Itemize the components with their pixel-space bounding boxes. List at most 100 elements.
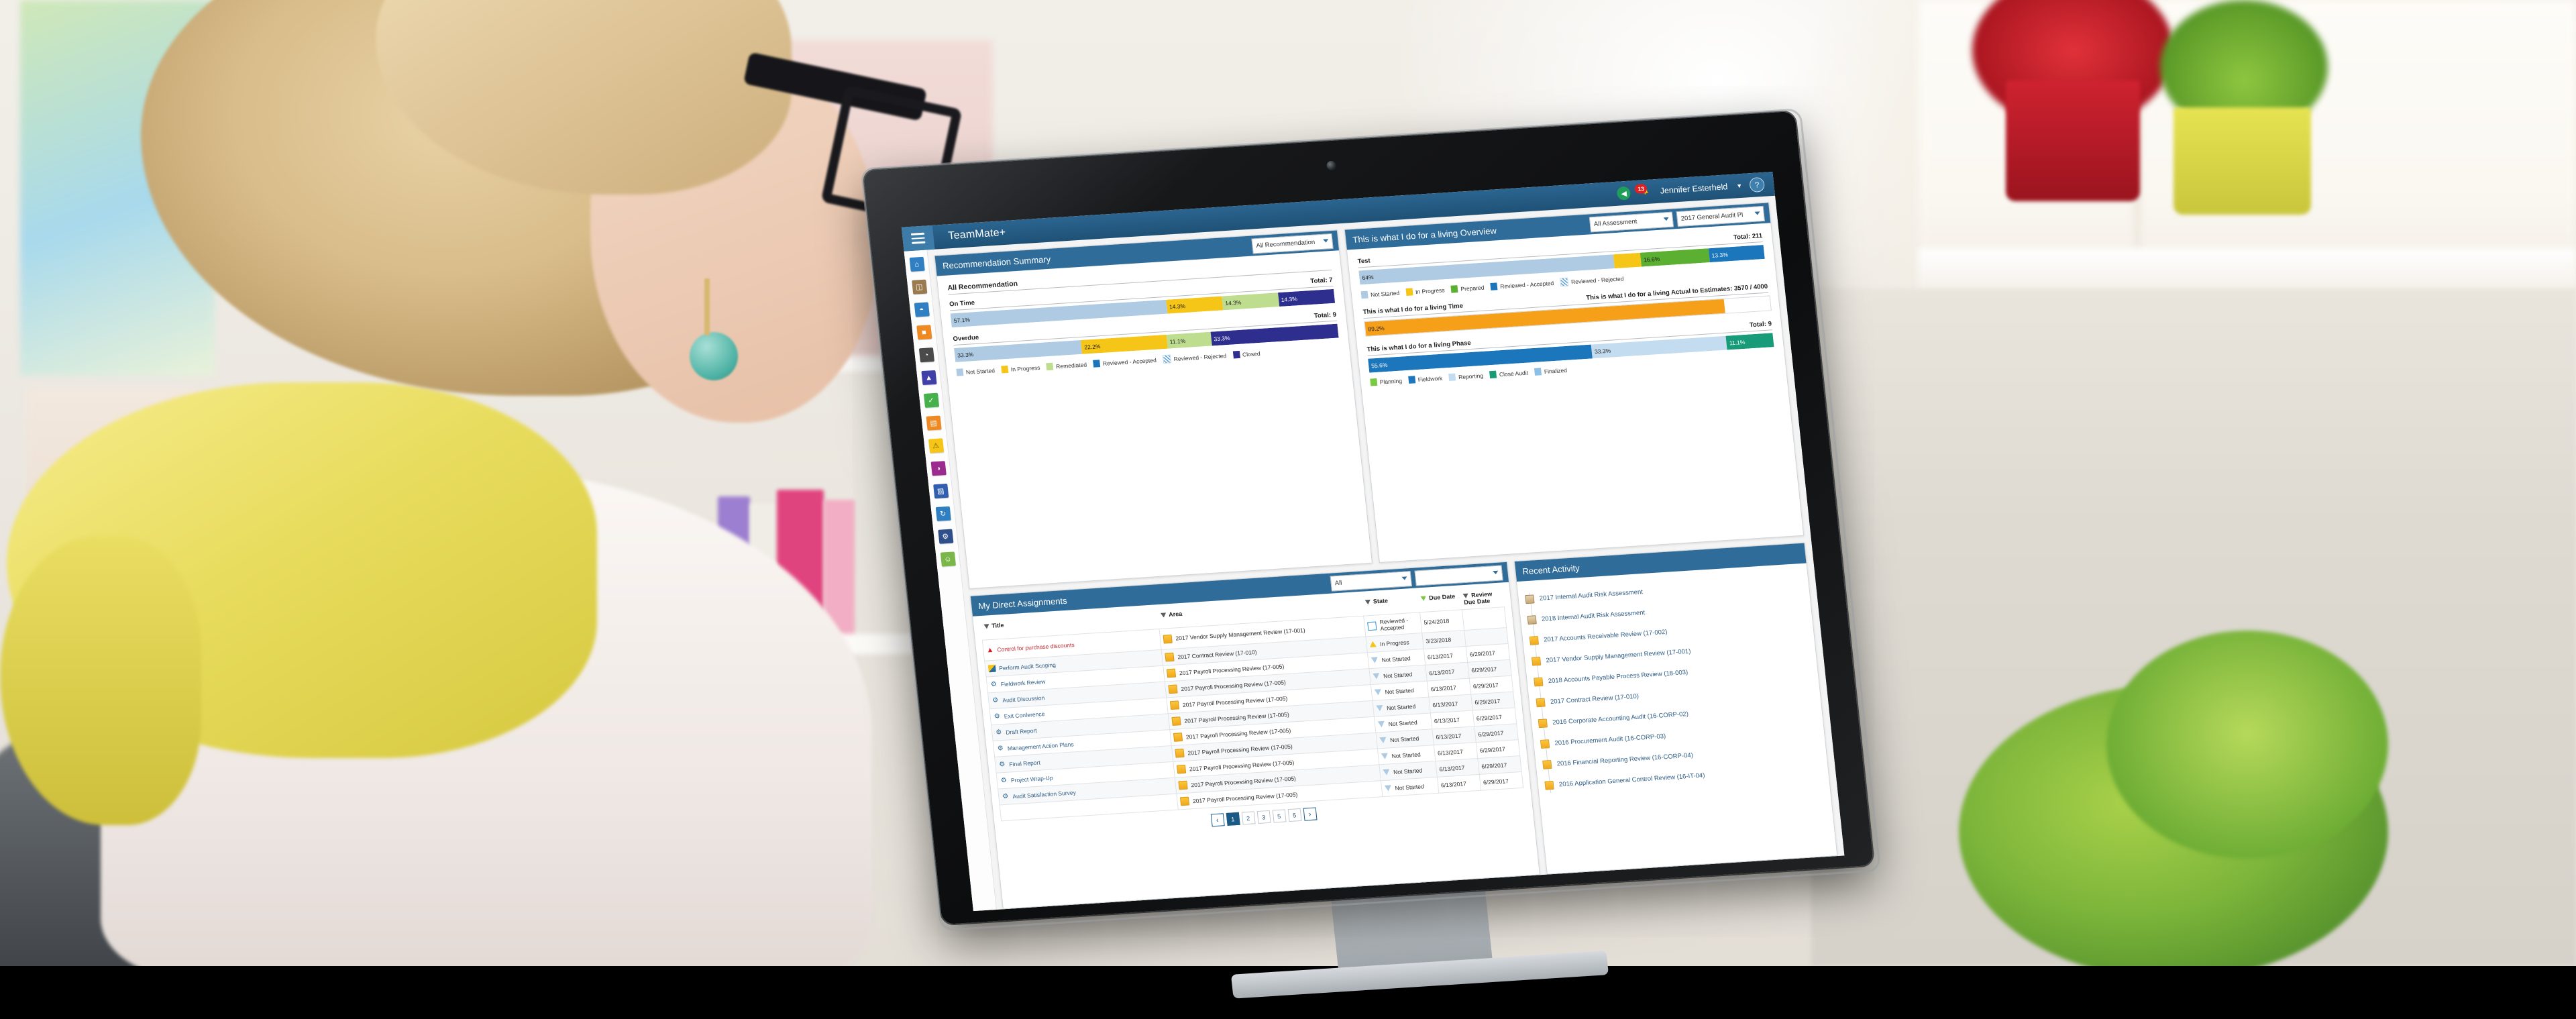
gear-icon: ⚙	[1002, 792, 1009, 801]
legend-swatch	[1450, 285, 1458, 293]
sidebar-item-projects[interactable]: ■	[916, 325, 932, 340]
pagination-page-4[interactable]: 5	[1272, 809, 1287, 823]
row-due-date: 3/23/2018	[1425, 635, 1452, 645]
pagination-page-3[interactable]: 3	[1256, 810, 1271, 824]
row-state: Not Started	[1388, 718, 1418, 727]
cell-due-date: 5/24/2018	[1419, 609, 1464, 633]
bar-segment[interactable]: 11.1%	[1725, 333, 1774, 350]
sidebar-item-library[interactable]: ▧	[932, 483, 949, 499]
filter-icon[interactable]	[1462, 593, 1469, 599]
folder-icon	[1167, 668, 1177, 678]
segment-label: 14.3%	[1224, 299, 1242, 307]
yellow-pot	[2174, 107, 2311, 215]
triangle-down-icon	[1378, 720, 1386, 728]
folder-icon	[1173, 733, 1183, 742]
panel-title: Recent Activity	[1521, 562, 1580, 576]
filter-icon[interactable]	[1364, 599, 1371, 605]
back-icon[interactable]: ◀	[1616, 186, 1631, 201]
sidebar-item-settings[interactable]: ⚙	[937, 529, 953, 544]
sidebar-item-people[interactable]: ☺	[940, 551, 956, 567]
sidebar-item-alerts[interactable]: ▲	[920, 370, 937, 386]
column-label: State	[1373, 597, 1389, 605]
filter-icon[interactable]	[1160, 612, 1167, 618]
pagination-page-2[interactable]: 2	[1241, 811, 1256, 825]
activity-label: 2018 Accounts Payable Process Review (18…	[1548, 668, 1688, 686]
pagination-next[interactable]: ›	[1303, 807, 1318, 821]
row-due-date: 6/13/2017	[1432, 700, 1458, 708]
help-icon[interactable]: ?	[1749, 176, 1766, 193]
assessment-filter-value: All Assessment	[1593, 217, 1638, 228]
legend-swatch	[1093, 360, 1101, 368]
notifications-button[interactable]: 13	[1634, 183, 1654, 199]
column-label: Title	[991, 621, 1004, 629]
segment-label: 16.6%	[1643, 255, 1660, 263]
legend-item: In Progress	[1405, 286, 1445, 296]
pagination-prev[interactable]: ‹	[1210, 813, 1225, 827]
activity-label: 2016 Procurement Audit (16-CORP-03)	[1554, 733, 1666, 747]
legend-swatch	[1560, 277, 1569, 287]
legend-label: Closed	[1242, 350, 1260, 358]
bar-segment[interactable]: 14.3%	[1222, 292, 1279, 311]
bar-segment[interactable]: 16.6%	[1640, 248, 1710, 267]
plan-filter-dropdown[interactable]: 2017 General Audit Pl	[1676, 205, 1765, 227]
row-title: Audit Satisfaction Survey	[1012, 788, 1077, 800]
assignments-filter-dropdown[interactable]: All	[1330, 571, 1412, 592]
column-header-review-due-date[interactable]: Review Due Date	[1460, 586, 1504, 609]
legend-item: Not Started	[1360, 289, 1400, 299]
filter-icon[interactable]	[983, 624, 989, 629]
sidebar-item-refresh[interactable]: ↻	[935, 506, 951, 521]
row-area: 2017 Contract Review (17-010)	[1177, 648, 1257, 660]
activity-label: 2017 Accounts Receivable Review (17-002)	[1543, 628, 1668, 644]
sidebar-item-home[interactable]: ⌂	[909, 256, 925, 272]
sort-icon[interactable]	[1420, 596, 1427, 602]
sidebar-item-clipboard[interactable]: ◫	[911, 279, 927, 294]
sidebar-item-analytics[interactable]: ◑	[930, 461, 947, 476]
folder-icon	[1534, 677, 1544, 687]
row-area: 2017 Payroll Processing Review (17-005)	[1185, 727, 1291, 741]
chevron-down-icon[interactable]: ▼	[1736, 182, 1743, 190]
sidebar-item-approvals[interactable]: ✓	[923, 392, 939, 408]
sidebar-item-planning[interactable]: ◓	[914, 302, 930, 317]
triangle-up-icon	[1369, 641, 1377, 648]
pagination-page-1[interactable]: 1	[1226, 812, 1240, 826]
plan-filter-value: 2017 General Audit Pl	[1680, 211, 1743, 223]
bar-segment[interactable]: 22.2%	[1081, 334, 1168, 354]
bar-segment[interactable]: 14.3%	[1165, 296, 1224, 314]
segment-label: 33.3%	[1594, 347, 1611, 355]
cell-review-due-date	[1462, 606, 1507, 631]
legend-label: Reviewed - Rejected	[1570, 274, 1624, 285]
user-name[interactable]: Jennifer Esterheld	[1660, 182, 1728, 195]
bar-segment[interactable]: 14.3%	[1277, 288, 1336, 307]
row-review-due-date: 6/29/2017	[1477, 729, 1504, 738]
row-state: Not Started	[1381, 654, 1411, 663]
column-header-due-date[interactable]: Due Date	[1417, 589, 1462, 612]
recommendation-filter-dropdown[interactable]: All Recommendation	[1251, 233, 1334, 254]
column-label: Area	[1168, 610, 1183, 619]
activity-label: 2018 Internal Audit Risk Assessment	[1541, 608, 1646, 623]
row-area: 2017 Payroll Processing Review (17-005)	[1180, 678, 1287, 692]
sidebar-item-documents[interactable]: ▤	[925, 415, 942, 431]
segment-label: 11.1%	[1169, 337, 1186, 345]
sidebar-item-time[interactable]: ◔	[918, 347, 934, 363]
hamburger-menu-icon[interactable]	[901, 225, 935, 252]
recommendation-summary-controls: All Recommendation	[1251, 233, 1334, 254]
pagination-page-5[interactable]: 5	[1287, 808, 1302, 822]
assessment-filter-dropdown[interactable]: All Assessment	[1589, 211, 1674, 233]
recent-activity-list: 2017 Internal Audit Risk Assessment 2018…	[1517, 563, 1829, 803]
segment-label: 57.1%	[953, 315, 971, 324]
bar-segment[interactable]: 13.3%	[1708, 244, 1765, 263]
legend-label: Reviewed - Rejected	[1173, 352, 1227, 362]
column-label: Due Date	[1428, 592, 1456, 602]
segment-label: 33.3%	[957, 350, 974, 359]
bar-segment[interactable]	[1613, 252, 1642, 269]
folder-icon	[1538, 718, 1548, 729]
folder-icon	[1531, 656, 1542, 666]
bar-segment[interactable]: 11.1%	[1166, 331, 1212, 349]
legend-label: Prepared	[1460, 284, 1485, 292]
sidebar-item-issues[interactable]: ⚠	[928, 438, 944, 453]
row-review-due-date: 6/29/2017	[1469, 649, 1496, 658]
row-state: Not Started	[1395, 782, 1425, 792]
row-area: 2017 Payroll Processing Review (17-005)	[1190, 774, 1297, 788]
activity-label: 2016 Financial Reporting Review (16-CORP…	[1556, 751, 1694, 768]
assignments-search-dropdown[interactable]	[1414, 565, 1503, 586]
